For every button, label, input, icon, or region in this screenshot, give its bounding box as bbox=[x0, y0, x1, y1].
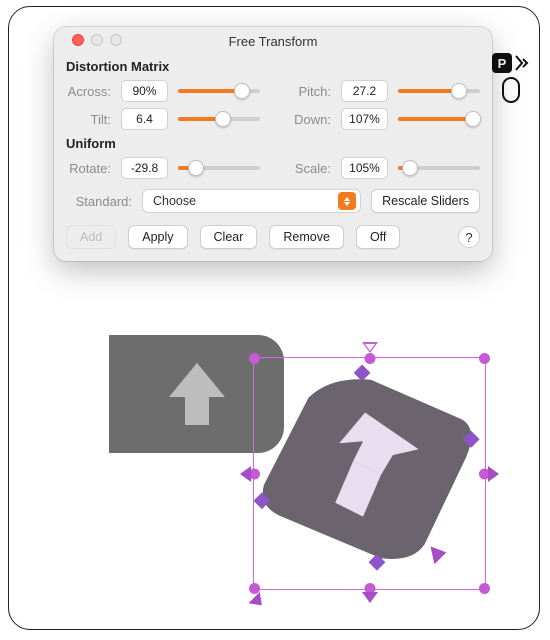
skew-top-icon[interactable] bbox=[362, 342, 378, 353]
distortion-heading: Distortion Matrix bbox=[66, 59, 480, 74]
pitch-label: Pitch: bbox=[286, 84, 331, 99]
across-label: Across: bbox=[66, 84, 111, 99]
rotate-slider[interactable] bbox=[178, 159, 260, 177]
tilt-label: Tilt: bbox=[66, 112, 111, 127]
standard-selected: Choose bbox=[153, 194, 196, 208]
standard-select[interactable]: Choose bbox=[142, 189, 361, 213]
handle-br[interactable] bbox=[479, 583, 490, 594]
side-pill[interactable] bbox=[502, 77, 520, 103]
handle-tl[interactable] bbox=[249, 353, 260, 364]
handle-bl[interactable] bbox=[249, 583, 260, 594]
pitch-slider[interactable] bbox=[398, 82, 480, 100]
apply-button[interactable]: Apply bbox=[128, 225, 187, 249]
rotate-label: Rotate: bbox=[66, 161, 111, 176]
arrow-up-icon bbox=[182, 363, 212, 425]
zoom-icon[interactable] bbox=[110, 34, 122, 46]
original-shape bbox=[109, 335, 284, 453]
standard-label: Standard: bbox=[66, 194, 132, 209]
window-title: Free Transform bbox=[229, 34, 318, 49]
tilt-field[interactable]: 6.4 bbox=[121, 108, 168, 130]
handle-mr[interactable] bbox=[479, 468, 490, 479]
rotate-handle-icon[interactable] bbox=[248, 592, 267, 611]
transformed-shape[interactable] bbox=[254, 357, 485, 590]
handle-ml[interactable] bbox=[249, 468, 260, 479]
down-slider[interactable] bbox=[398, 110, 480, 128]
handle-bm[interactable] bbox=[364, 583, 375, 594]
down-label: Down: bbox=[286, 112, 331, 127]
chevron-updown-icon bbox=[338, 192, 356, 210]
skew-left-icon[interactable] bbox=[240, 466, 251, 482]
close-icon[interactable] bbox=[72, 34, 84, 46]
handle-tm[interactable] bbox=[364, 353, 375, 364]
scale-field[interactable]: 105% bbox=[341, 157, 388, 179]
minimize-icon[interactable] bbox=[91, 34, 103, 46]
help-button[interactable]: ? bbox=[458, 226, 480, 248]
add-button: Add bbox=[66, 225, 116, 249]
free-transform-panel: Free Transform Distortion Matrix Across:… bbox=[54, 27, 492, 261]
skew-right-icon[interactable] bbox=[488, 466, 499, 482]
skew-bottom-icon[interactable] bbox=[362, 592, 378, 603]
selection-bounds[interactable] bbox=[253, 357, 486, 590]
caret-right-icon[interactable] bbox=[515, 55, 529, 71]
pitch-field[interactable]: 27.2 bbox=[341, 80, 388, 102]
scale-slider[interactable] bbox=[398, 159, 480, 177]
off-button[interactable]: Off bbox=[356, 225, 400, 249]
down-field[interactable]: 107% bbox=[341, 108, 388, 130]
clear-button[interactable]: Clear bbox=[200, 225, 258, 249]
remove-button[interactable]: Remove bbox=[269, 225, 344, 249]
rotate-field[interactable]: -29.8 bbox=[121, 157, 168, 179]
rescale-sliders-button[interactable]: Rescale Sliders bbox=[371, 189, 480, 213]
scale-label: Scale: bbox=[286, 161, 331, 176]
p-badge[interactable]: P bbox=[492, 53, 512, 73]
across-field[interactable]: 90% bbox=[121, 80, 168, 102]
handle-tr[interactable] bbox=[479, 353, 490, 364]
tilt-slider[interactable] bbox=[178, 110, 260, 128]
uniform-heading: Uniform bbox=[66, 136, 480, 151]
across-slider[interactable] bbox=[178, 82, 260, 100]
